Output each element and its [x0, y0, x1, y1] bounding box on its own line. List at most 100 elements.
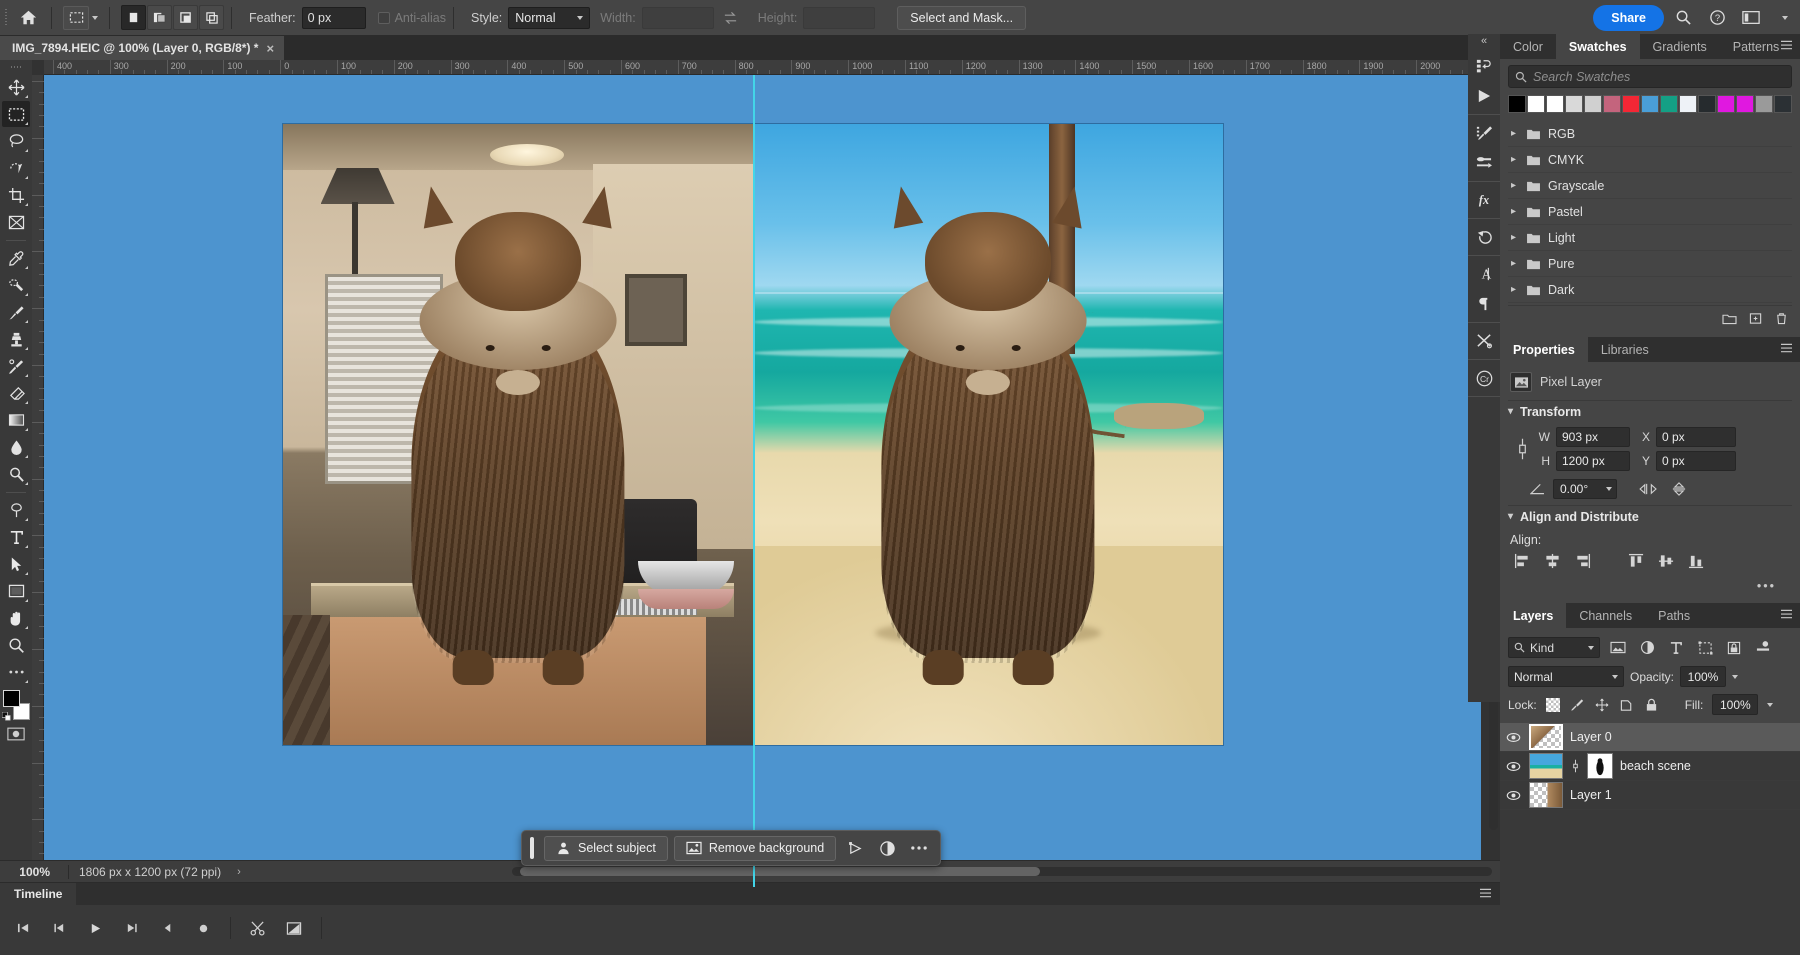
swatch-cell[interactable]: [1584, 95, 1602, 113]
filter-toggle-icon[interactable]: [1752, 637, 1774, 658]
transition-button[interactable]: [279, 915, 309, 941]
align-top-icon[interactable]: [1626, 551, 1646, 571]
swatch-cell[interactable]: [1546, 95, 1564, 113]
layer-row[interactable]: beach scene: [1500, 752, 1800, 781]
new-group-icon[interactable]: [1722, 312, 1737, 325]
swatch-cell[interactable]: [1603, 95, 1621, 113]
panel-menu-icon[interactable]: [1780, 343, 1793, 354]
blend-mode-select[interactable]: Normal: [1508, 666, 1624, 687]
remove-background-button[interactable]: Remove background: [674, 836, 836, 861]
scrollbar-thumb[interactable]: [520, 867, 1040, 876]
vertical-guide[interactable]: [753, 75, 755, 887]
quick-mask-icon[interactable]: [7, 726, 25, 742]
filter-shape-icon[interactable]: [1694, 637, 1716, 658]
swatch-group-dark[interactable]: ▸Dark: [1508, 277, 1792, 303]
options-bar-grip[interactable]: [0, 0, 12, 36]
edit-toolbar-button[interactable]: [2, 659, 30, 685]
history-brush-tool[interactable]: [2, 353, 30, 379]
lock-position-icon[interactable]: [1594, 697, 1610, 713]
select-subject-button[interactable]: Select subject: [544, 836, 668, 861]
close-icon[interactable]: ×: [266, 42, 274, 55]
tab-swatches[interactable]: Swatches: [1556, 34, 1640, 59]
foreground-color-swatch[interactable]: [3, 690, 20, 707]
swatch-cell[interactable]: [1774, 95, 1792, 113]
object-selection-tool[interactable]: [2, 155, 30, 181]
toolbar-grip[interactable]: [9, 63, 23, 71]
filter-smart-object-icon[interactable]: [1723, 637, 1745, 658]
layer-thumbnail[interactable]: [1529, 753, 1563, 779]
swatch-cell[interactable]: [1698, 95, 1716, 113]
panel-menu-icon[interactable]: [1479, 888, 1492, 899]
chevron-right-icon[interactable]: ▸: [1511, 180, 1519, 191]
lock-transparent-pixels-icon[interactable]: [1546, 698, 1560, 712]
zoom-level[interactable]: 100%: [0, 865, 58, 879]
height-input[interactable]: 1200 px: [1556, 451, 1630, 471]
type-tool[interactable]: [2, 524, 30, 550]
help-circle-icon[interactable]: ?: [1702, 4, 1732, 32]
move-tool[interactable]: [2, 74, 30, 100]
collapse-panels-icon[interactable]: «: [1468, 34, 1500, 48]
record-keyframe-button[interactable]: [188, 915, 218, 941]
undo-history-icon[interactable]: [1470, 223, 1498, 251]
share-button[interactable]: Share: [1593, 5, 1664, 31]
next-frame-button[interactable]: [116, 915, 146, 941]
width-input[interactable]: 903 px: [1556, 427, 1630, 447]
workspace-layout-icon[interactable]: [1736, 4, 1766, 32]
chevron-right-icon[interactable]: ▸: [1511, 154, 1519, 165]
tab-gradients[interactable]: Gradients: [1640, 34, 1720, 59]
filter-pixel-icon[interactable]: [1607, 637, 1629, 658]
dodge-tool[interactable]: [2, 461, 30, 487]
panel-menu-icon[interactable]: [1780, 40, 1793, 51]
rectangle-tool[interactable]: [2, 578, 30, 604]
align-left-icon[interactable]: [1512, 551, 1532, 571]
eye-visible-icon[interactable]: [1504, 728, 1522, 746]
chevron-right-icon[interactable]: ▸: [1511, 206, 1519, 217]
swatch-cell[interactable]: [1508, 95, 1526, 113]
document-background[interactable]: [44, 75, 1481, 887]
gradient-tool[interactable]: [2, 407, 30, 433]
brushes-preset-icon[interactable]: [1470, 149, 1498, 177]
feather-input[interactable]: 0 px: [302, 7, 366, 29]
history-icon[interactable]: [1470, 52, 1498, 80]
opacity-input[interactable]: 100%: [1680, 666, 1726, 687]
fill-chevron-down-icon[interactable]: [1767, 703, 1773, 707]
swatch-cell[interactable]: [1565, 95, 1583, 113]
swatch-group-cmyk[interactable]: ▸CMYK: [1508, 147, 1792, 173]
swatch-cell[interactable]: [1736, 95, 1754, 113]
brush-settings-icon[interactable]: [1470, 119, 1498, 147]
intersect-selection-button[interactable]: [199, 5, 224, 30]
go-to-first-frame-button[interactable]: [8, 915, 38, 941]
align-right-icon[interactable]: [1572, 551, 1592, 571]
default-colors-icon[interactable]: [2, 712, 11, 721]
chevron-right-icon[interactable]: ›: [237, 866, 241, 878]
align-section-header[interactable]: ▾ Align and Distribute: [1508, 505, 1792, 527]
contextual-bar-grip[interactable]: [530, 837, 534, 859]
delete-swatch-icon[interactable]: [1775, 312, 1788, 325]
subtract-from-selection-button[interactable]: [173, 5, 198, 30]
tools-settings-icon[interactable]: [1470, 327, 1498, 355]
pen-tool[interactable]: [2, 497, 30, 523]
more-horizontal-icon[interactable]: [906, 836, 932, 861]
new-swatch-icon[interactable]: [1749, 312, 1763, 325]
workspace-chevron-down-icon[interactable]: [1770, 4, 1800, 32]
swatch-cell[interactable]: [1717, 95, 1735, 113]
swatches-search[interactable]: [1508, 65, 1792, 88]
spot-healing-brush-tool[interactable]: [2, 272, 30, 298]
audio-button[interactable]: [152, 915, 182, 941]
tab-libraries[interactable]: Libraries: [1588, 337, 1662, 362]
swatch-cell[interactable]: [1622, 95, 1640, 113]
paragraph-panel-icon[interactable]: [1470, 290, 1498, 318]
swatch-cell[interactable]: [1641, 95, 1659, 113]
hand-tool[interactable]: [2, 605, 30, 631]
tab-timeline[interactable]: Timeline: [0, 883, 76, 905]
color-swatches[interactable]: [2, 690, 30, 720]
eyedropper-tool[interactable]: [2, 245, 30, 271]
lock-artboard-icon[interactable]: [1619, 697, 1635, 713]
angle-input[interactable]: 0.00°: [1553, 479, 1617, 499]
frame-tool[interactable]: [2, 209, 30, 235]
swatch-group-light[interactable]: ▸Light: [1508, 225, 1792, 251]
width-input[interactable]: [642, 7, 714, 29]
zoom-tool[interactable]: [2, 632, 30, 658]
swatch-group-pure[interactable]: ▸Pure: [1508, 251, 1792, 277]
chevron-right-icon[interactable]: ▸: [1511, 232, 1519, 243]
